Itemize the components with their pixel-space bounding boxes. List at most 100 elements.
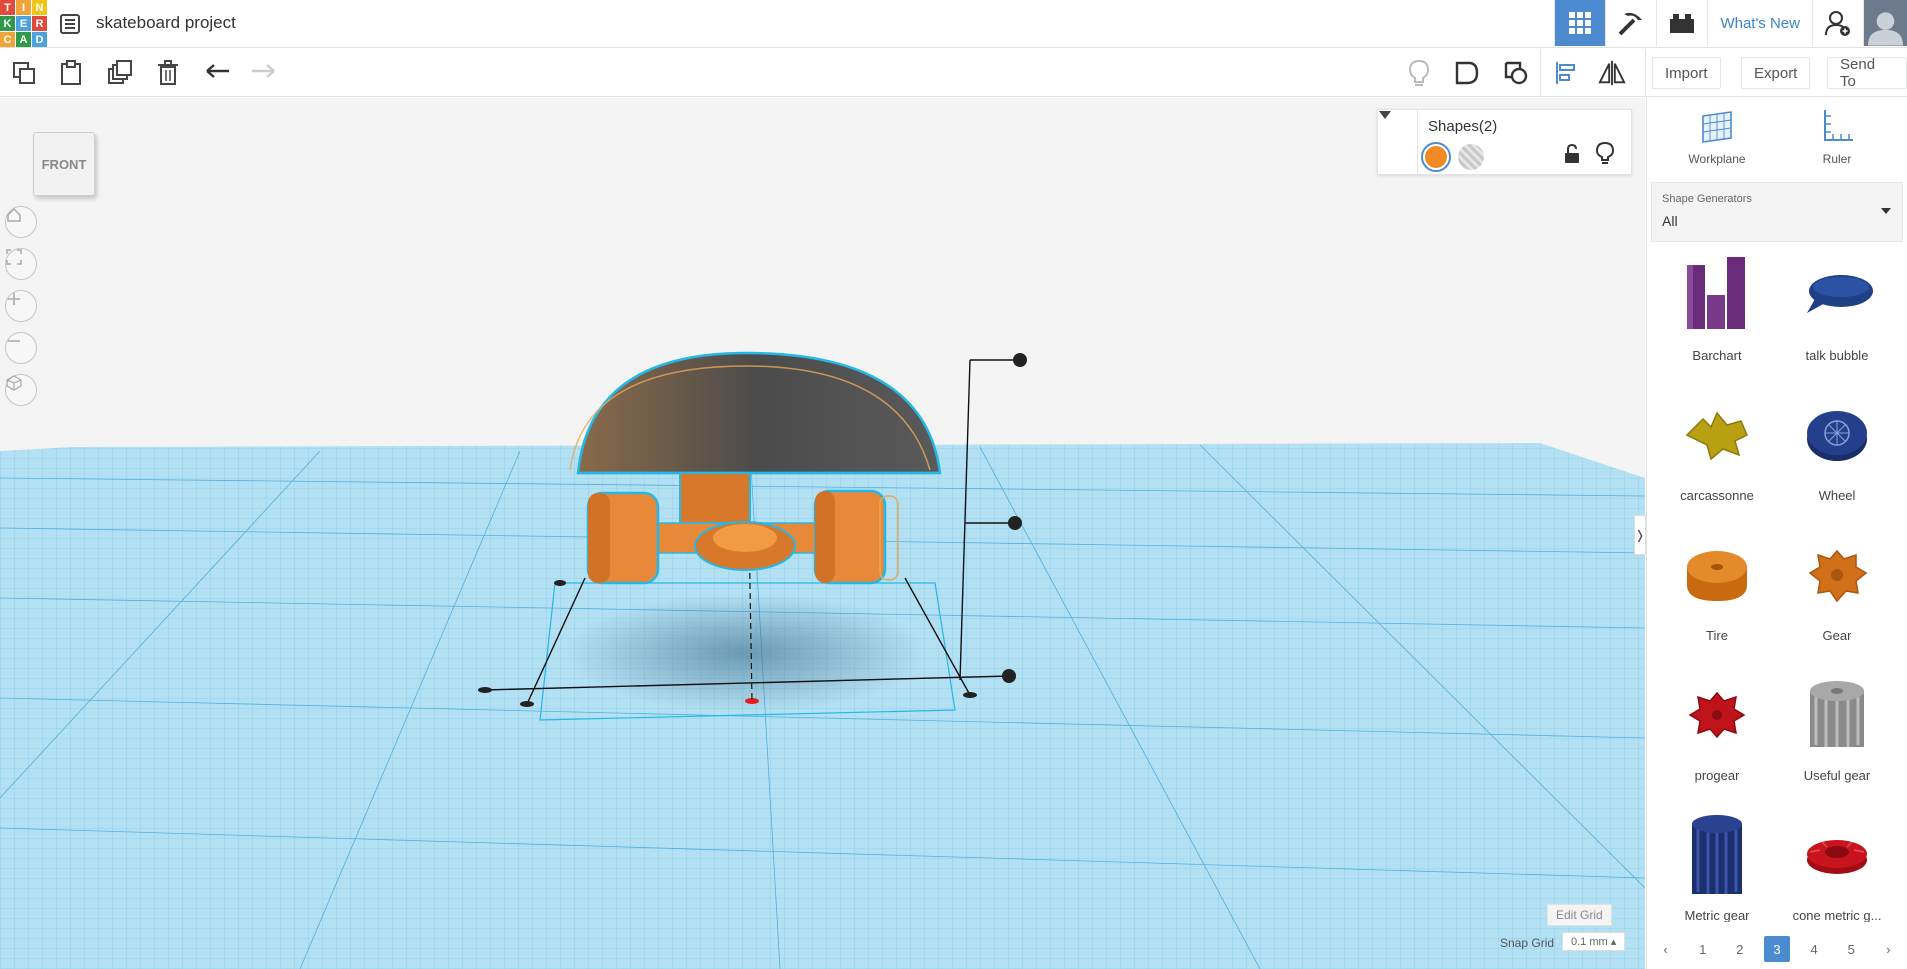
top-bar: T I N K E R C A D skateboard project Wha… [0,0,1907,48]
page-5[interactable]: 5 [1838,936,1864,962]
shape-name: Barchart [1692,348,1742,363]
shape-name: carcassonne [1680,488,1754,503]
shape-progear[interactable]: progear [1657,670,1777,810]
export-button[interactable]: Export [1741,57,1811,89]
solid-color-swatch[interactable] [1423,144,1449,170]
copy-icon[interactable] [10,59,38,87]
align-icon[interactable] [1552,59,1580,87]
shapes-library-panel: Workplane Ruler Shape Generators All Bar… [1646,98,1907,969]
chevron-down-icon [1881,208,1891,214]
shapes-count-title: Shapes(2) [1428,118,1498,135]
logo-letter: T [0,0,15,15]
useful-gear-icon [1810,681,1864,747]
workplane-viewport[interactable]: FRONT Shapes(2) Edit Grid Snap Grid 0.1 … [0,98,1645,969]
collapse-inspector-icon[interactable] [1378,110,1418,174]
grid-view-icon[interactable] [1554,0,1606,46]
logo-letter: N [32,0,47,15]
shape-cone-metric-gear[interactable]: cone metric g... [1777,810,1897,922]
snap-grid-label: Snap Grid [1500,936,1555,950]
shape-name: talk bubble [1805,348,1869,363]
edit-grid-button[interactable]: Edit Grid [1547,904,1612,926]
hole-swatch[interactable] [1458,144,1484,170]
project-title[interactable]: skateboard project [96,13,236,33]
workplane-tool[interactable]: Workplane [1667,108,1767,178]
paste-icon[interactable] [57,59,85,87]
shape-barchart[interactable]: Barchart [1657,250,1777,390]
design-list-icon[interactable] [58,12,82,36]
wheel-icon [1807,411,1867,461]
shape-name: Gear [1822,628,1852,643]
tinkercad-logo[interactable]: T I N K E R C A D [0,0,47,47]
bricks-icon[interactable] [1656,0,1707,46]
barchart-icon [1687,257,1745,329]
edit-toolbar: Import Export Send To [0,49,1907,97]
shape-name: Wheel [1818,488,1856,503]
shape-carcassonne[interactable]: carcassonne [1657,390,1777,530]
home-view-icon[interactable] [5,206,37,238]
shape-generators-caption: Shape Generators [1662,193,1752,205]
workplane-icon [1702,111,1732,143]
ruler-label: Ruler [1822,152,1852,166]
carcassonne-icon [1685,411,1748,461]
gear-icon [1808,549,1868,603]
shape-name: Useful gear [1803,768,1871,783]
toggle-panel-icon[interactable]: ❭ [1634,515,1646,555]
shape-generators-dropdown[interactable]: Shape Generators All [1651,182,1903,242]
zoom-out-icon[interactable] [5,332,37,364]
shape-name: progear [1694,768,1740,783]
page-4[interactable]: 4 [1801,936,1827,962]
group-shapes-icon[interactable] [1502,59,1530,87]
page-1[interactable]: 1 [1690,936,1716,962]
undo-icon[interactable] [204,59,232,87]
top-right-actions: What's New [1554,0,1907,46]
page-2[interactable]: 2 [1727,936,1753,962]
add-user-icon[interactable] [1812,0,1863,46]
send-to-button[interactable]: Send To [1827,56,1907,90]
progear-icon [1688,691,1746,739]
note-shape-icon[interactable] [1453,59,1481,87]
fit-view-icon[interactable] [5,248,37,280]
talk-bubble-icon [1807,275,1873,313]
tire-icon [1687,551,1747,601]
logo-letter: D [32,32,47,47]
pickaxe-icon[interactable] [1605,0,1656,46]
chevron-left-icon[interactable]: ‹ [1653,936,1679,962]
snap-grid-select[interactable]: 0.1 mm ▴ [1562,932,1626,951]
import-button[interactable]: Import [1652,57,1721,89]
page-3[interactable]: 3 [1763,936,1790,962]
logo-letter: A [16,32,31,47]
redo-icon[interactable] [249,59,277,87]
shape-metric-gear[interactable]: Metric gear [1657,810,1777,922]
duplicate-icon[interactable] [106,59,134,87]
shape-generators-value: All [1662,213,1678,229]
shape-name: Tire [1706,628,1728,643]
delete-icon[interactable] [154,59,182,87]
zoom-in-icon[interactable] [5,290,37,322]
skateboard-deck [576,351,942,475]
whats-new-link[interactable]: What's New [1707,0,1812,46]
shape-useful-gear[interactable]: Useful gear [1777,670,1897,810]
logo-letter: E [16,16,31,31]
logo-letter: K [0,16,15,31]
shape-tire[interactable]: Tire [1657,530,1777,670]
lightbulb-icon[interactable] [1405,59,1433,87]
ruler-icon [1824,110,1853,141]
view-cube[interactable]: FRONT [33,132,95,196]
logo-letter: R [32,16,47,31]
shape-grid: Barchart talk bubble carcassonne Wheel T… [1647,250,1907,922]
chevron-right-icon[interactable]: › [1875,936,1901,962]
shape-name: Metric gear [1684,908,1750,922]
shape-wheel[interactable]: Wheel [1777,390,1897,530]
logo-letter: C [0,32,15,47]
perspective-icon[interactable] [5,374,37,406]
shape-name: cone metric g... [1792,908,1882,922]
ruler-tool[interactable]: Ruler [1787,108,1887,178]
shape-gear[interactable]: Gear [1777,530,1897,670]
metric-gear-icon [1692,815,1742,894]
shape-inspector-panel: Shapes(2) [1377,109,1632,175]
mirror-icon[interactable] [1598,59,1626,87]
shape-talk-bubble[interactable]: talk bubble [1777,250,1897,390]
workplane-scene[interactable] [0,98,1645,969]
shape-pagination: ‹ 1 2 3 4 5 › [1647,934,1907,964]
avatar[interactable] [1863,0,1907,46]
